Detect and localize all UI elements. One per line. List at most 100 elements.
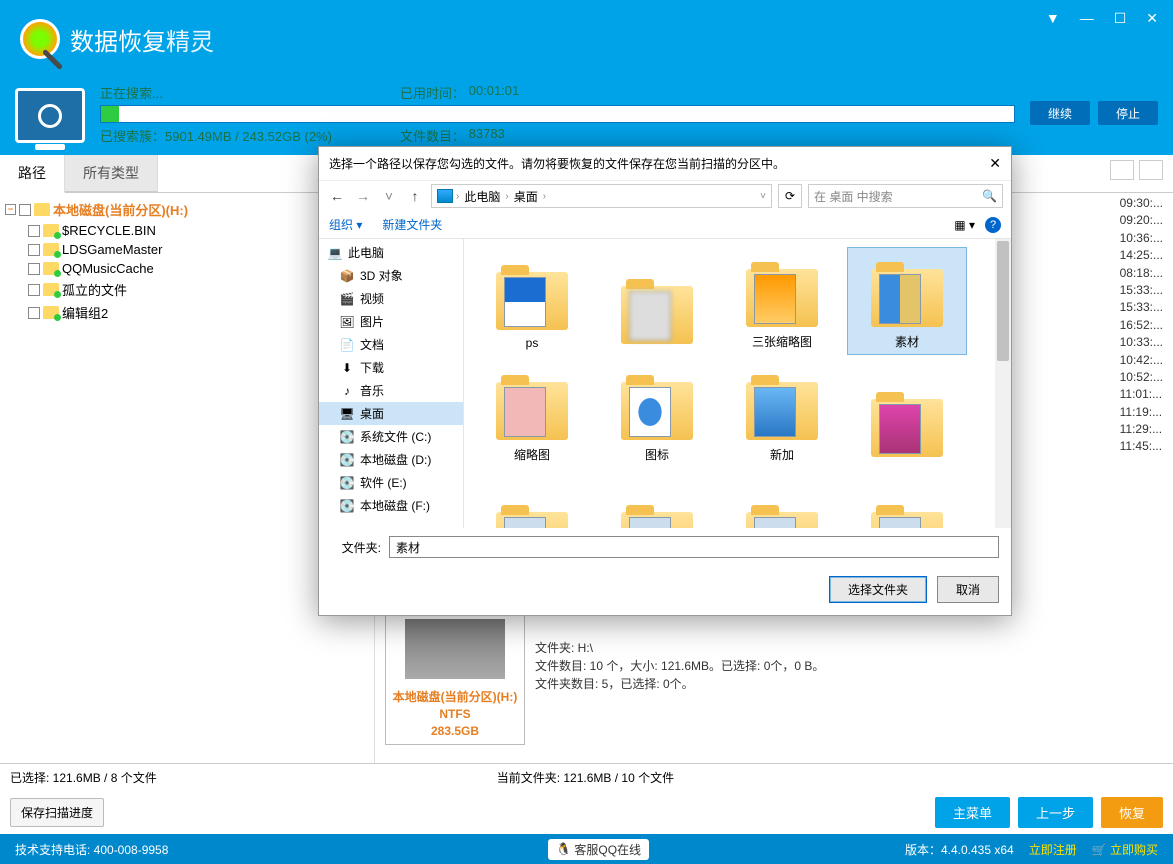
checkbox[interactable] <box>28 225 40 237</box>
sidebar-item-label: 音乐 <box>360 382 384 399</box>
title-main: 数据恢复 <box>70 29 166 56</box>
sidebar-item-label: 3D 对象 <box>360 267 403 284</box>
folder-picker-dialog: 选择一个路径以保存您勾选的文件。请勿将要恢复的文件保存在您当前扫描的分区中。 ✕… <box>318 146 1012 616</box>
tree-item-label: 孤立的文件 <box>62 280 127 299</box>
collapse-icon[interactable]: − <box>5 204 16 215</box>
sidebar-item[interactable]: 💻此电脑 <box>319 241 463 264</box>
checkbox[interactable] <box>19 204 31 216</box>
new-folder-button[interactable]: 新建文件夹 <box>382 216 442 233</box>
help-icon[interactable]: ? <box>985 217 1001 233</box>
dialog-sidebar: 💻此电脑📦3D 对象🎬视频🖼图片📄文档⬇下载♪音乐🖥桌面💽系统文件 (C:)💽本… <box>319 239 464 528</box>
folder-item[interactable] <box>597 247 717 355</box>
sidebar-icon: 🖼 <box>339 315 355 329</box>
folder-item[interactable]: 新加 <box>722 360 842 468</box>
cancel-button[interactable]: 取消 <box>937 576 999 603</box>
close-button[interactable]: ✕ <box>1146 10 1158 27</box>
register-link[interactable]: 立即注册 <box>1029 841 1077 858</box>
view-switch <box>1100 155 1173 192</box>
save-progress-button[interactable]: 保存扫描进度 <box>10 798 104 827</box>
forward-button[interactable]: → <box>353 188 373 204</box>
checkbox[interactable] <box>28 244 40 256</box>
sidebar-item[interactable]: 💽本地磁盘 (D:) <box>319 448 463 471</box>
sidebar-item-label: 文档 <box>360 336 384 353</box>
folder-icon <box>871 512 943 528</box>
buy-link[interactable]: 立即购买 <box>1092 841 1158 858</box>
sidebar-icon: 📄 <box>339 338 355 352</box>
maximize-button[interactable]: ☐ <box>1114 10 1127 27</box>
view-mode-button[interactable]: ▦ ▾ <box>954 218 975 232</box>
folder-item[interactable] <box>597 473 717 528</box>
dialog-body: 💻此电脑📦3D 对象🎬视频🖼图片📄文档⬇下载♪音乐🖥桌面💽系统文件 (C:)💽本… <box>319 239 1011 528</box>
breadcrumb-pc[interactable]: 此电脑 <box>462 186 502 207</box>
dropdown-icon[interactable]: ▼ <box>1046 10 1060 27</box>
progress-body: 正在搜索... 已用时间： 00:01:01 已搜索簇：5901.49MB / … <box>100 83 1015 145</box>
checkbox[interactable] <box>28 284 40 296</box>
sidebar-item[interactable]: 💽本地磁盘 (F:) <box>319 494 463 517</box>
checkbox[interactable] <box>28 263 40 275</box>
sidebar-item[interactable]: 🖼 图片 <box>319 310 463 333</box>
folder-icon <box>496 272 568 330</box>
folder-label: 文件夹: <box>331 539 381 556</box>
sidebar-item[interactable]: ♪音乐 <box>319 379 463 402</box>
folder-item[interactable] <box>847 473 967 528</box>
folder-icon <box>746 512 818 528</box>
folder-item[interactable] <box>722 473 842 528</box>
progress-bar <box>100 105 1015 123</box>
tab-types[interactable]: 所有类型 <box>65 155 158 192</box>
sidebar-item[interactable]: 📦3D 对象 <box>319 264 463 287</box>
refresh-button[interactable]: ⟳ <box>778 184 802 208</box>
checkbox[interactable] <box>28 307 40 319</box>
sidebar-item[interactable]: 📄 文档 <box>319 333 463 356</box>
address-bar[interactable]: › 此电脑 › 桌面 › ˅ <box>431 184 772 208</box>
sidebar-item[interactable]: ⬇下载 <box>319 356 463 379</box>
list-view-icon[interactable] <box>1139 160 1163 180</box>
app-logo: 数据恢复精灵 <box>20 19 214 59</box>
sidebar-item-label: 图片 <box>360 313 384 330</box>
pc-icon <box>437 189 453 203</box>
timestamp-list: 09:30:...09:20:...10:36:...14:25:...08:1… <box>1120 195 1163 456</box>
search-icon[interactable]: 🔍 <box>982 189 997 203</box>
main-menu-button[interactable]: 主菜单 <box>935 797 1010 828</box>
folder-icon <box>496 512 568 528</box>
timestamp: 15:33:... <box>1120 282 1163 299</box>
scrollbar[interactable] <box>995 239 1011 528</box>
folder-item[interactable]: 三张缩略图 <box>722 247 842 355</box>
recover-button[interactable]: 恢复 <box>1101 797 1163 828</box>
version-value: 4.4.0.435 x64 <box>941 843 1014 857</box>
folder-icon <box>746 269 818 327</box>
breadcrumb-desktop[interactable]: 桌面 <box>512 186 540 207</box>
sidebar-item[interactable]: 🖥桌面 <box>319 402 463 425</box>
folder-input[interactable] <box>389 536 999 558</box>
folder-label: 图标 <box>645 446 669 463</box>
stop-button[interactable]: 停止 <box>1098 101 1158 125</box>
address-dropdown-icon[interactable]: ˅ <box>760 191 766 202</box>
select-folder-button[interactable]: 选择文件夹 <box>829 576 927 603</box>
timestamp: 11:45:... <box>1120 438 1163 455</box>
up-button[interactable]: ↑ <box>405 188 425 204</box>
sidebar-item[interactable]: 💽系统文件 (C:) <box>319 425 463 448</box>
folder-item[interactable]: 图标 <box>597 360 717 468</box>
dialog-close-button[interactable]: ✕ <box>989 155 1001 172</box>
sidebar-item[interactable]: 🎬视频 <box>319 287 463 310</box>
folder-item[interactable]: ps <box>472 247 592 355</box>
sidebar-item[interactable]: 💽软件 (E:) <box>319 471 463 494</box>
continue-button[interactable]: 继续 <box>1030 101 1090 125</box>
grid-view-icon[interactable] <box>1110 160 1134 180</box>
recent-dropdown[interactable]: ˅ <box>379 188 399 204</box>
minimize-button[interactable]: — <box>1080 10 1094 27</box>
tab-path[interactable]: 路径 <box>0 155 65 193</box>
qq-badge[interactable]: 客服QQ在线 <box>548 839 649 860</box>
back-button[interactable]: ← <box>327 188 347 204</box>
tree-item-label: QQMusicCache <box>62 261 154 276</box>
title-sub: 精灵 <box>166 29 214 56</box>
search-box[interactable]: 在 桌面 中搜索 🔍 <box>808 184 1003 208</box>
folder-item[interactable]: 缩略图 <box>472 360 592 468</box>
folder-item[interactable] <box>847 360 967 468</box>
organize-button[interactable]: 组织 ▾ <box>329 216 362 233</box>
monitor-icon <box>15 88 85 143</box>
folder-item[interactable]: 素材 <box>847 247 967 355</box>
tree-root-label: 本地磁盘(当前分区)(H:) <box>53 200 188 219</box>
folder-item[interactable] <box>472 473 592 528</box>
window-controls: ▼ — ☐ ✕ <box>1046 10 1158 27</box>
prev-button[interactable]: 上一步 <box>1018 797 1093 828</box>
